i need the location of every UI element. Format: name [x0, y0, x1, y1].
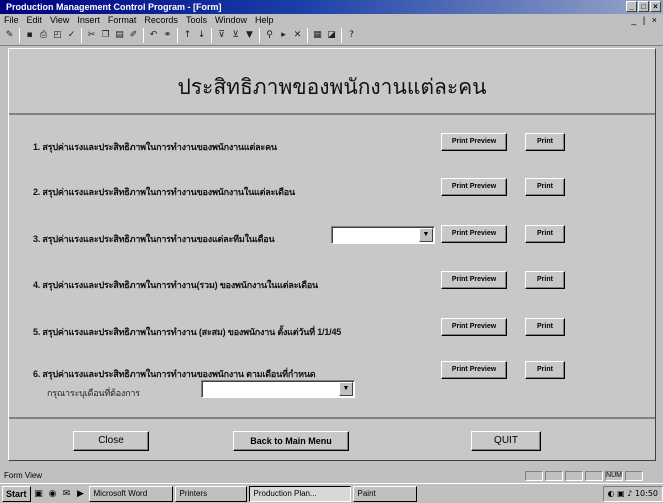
taskbar: Start ▣ ◉ ✉ ▶ Microsoft Word Printers Pr…: [0, 483, 663, 503]
office-assistant-icon[interactable]: ?: [345, 28, 358, 43]
toolbar: ✎ ▪ ⎙ ◰ ✓ ✂ ❐ ▤ ✐ ↶ ⚭ ↑ ↓ ⊽ ⊻ ▼ ⚲ ▸ ✕ ▦ …: [0, 26, 663, 46]
report-4-preview-button[interactable]: Print Preview: [441, 271, 507, 289]
menu-edit[interactable]: Edit: [27, 14, 43, 26]
save-icon[interactable]: ▪: [23, 28, 36, 43]
menu-view[interactable]: View: [50, 14, 69, 26]
report-3-print-button[interactable]: Print: [525, 225, 565, 243]
system-tray: ◐ ▣ ♪ 10:50: [602, 485, 663, 502]
close-button[interactable]: Close: [73, 431, 149, 451]
tray-icons[interactable]: ◐ ▣ ♪: [608, 489, 635, 498]
team-month-combo[interactable]: ▼: [331, 226, 435, 244]
insert-hyperlink-icon[interactable]: ⚭: [161, 28, 174, 43]
menu-file[interactable]: File: [4, 14, 19, 26]
new-record-icon[interactable]: ▸: [277, 28, 290, 43]
month-prompt-label: กรุณาระบุเดือนที่ต้องการ: [47, 388, 140, 398]
close-window-button[interactable]: ×: [650, 1, 661, 12]
form-title: ประสิทธิภาพของพนักงานแต่ละคน: [177, 75, 487, 99]
task-printers[interactable]: Printers: [174, 485, 247, 502]
status-bar: Form View NUM: [0, 470, 663, 482]
report-4-label: 4. สรุปค่าแรงและประสิทธิภาพในการทำงาน(รว…: [33, 280, 319, 290]
print-icon[interactable]: ⎙: [37, 28, 50, 43]
menu-help[interactable]: Help: [255, 14, 274, 26]
menu-window[interactable]: Window: [215, 14, 247, 26]
format-painter-icon[interactable]: ✐: [127, 28, 140, 43]
menu-tools[interactable]: Tools: [186, 14, 207, 26]
browser-icon[interactable]: ◉: [47, 487, 59, 501]
copy-icon[interactable]: ❐: [99, 28, 112, 43]
status-indicators: NUM: [525, 471, 643, 481]
chevron-down-icon[interactable]: ▼: [339, 382, 353, 396]
menu-records[interactable]: Records: [144, 14, 178, 26]
quit-button[interactable]: QUIT: [471, 431, 541, 451]
form-header: ประสิทธิภาพของพนักงานแต่ละคน: [9, 49, 655, 115]
month-select-combo[interactable]: ▼: [201, 380, 355, 398]
report-5-label: 5. สรุปค่าแรงและประสิทธิภาพในการทำงาน (ส…: [33, 327, 342, 337]
start-button[interactable]: Start: [2, 485, 31, 502]
outlook-icon[interactable]: ✉: [61, 487, 73, 501]
report-6-label: 6. สรุปค่าแรงและประสิทธิภาพในการทำงานของ…: [33, 369, 316, 379]
window-titlebar[interactable]: Production Management Control Program - …: [0, 0, 663, 14]
delete-record-icon[interactable]: ✕: [291, 28, 304, 43]
clock: 10:50: [634, 488, 658, 498]
report-1-print-button[interactable]: Print: [525, 133, 565, 151]
database-window-icon[interactable]: ▦: [311, 28, 324, 43]
minimize-button[interactable]: _: [626, 1, 637, 12]
report-3-preview-button[interactable]: Print Preview: [441, 225, 507, 243]
document-controls[interactable]: _ | ×: [631, 14, 659, 26]
form-footer: Close Back to Main Menu QUIT: [9, 417, 655, 461]
paste-icon[interactable]: ▤: [113, 28, 126, 43]
menu-insert[interactable]: Insert: [77, 14, 100, 26]
report-1-preview-button[interactable]: Print Preview: [441, 133, 507, 151]
report-2-label: 2. สรุปค่าแรงและประสิทธิภาพในการทำงานของ…: [33, 187, 295, 197]
desktop-icon[interactable]: ▣: [33, 487, 45, 501]
task-word[interactable]: Microsoft Word: [88, 485, 173, 502]
design-view-icon[interactable]: ✎: [3, 28, 16, 43]
report-5-preview-button[interactable]: Print Preview: [441, 318, 507, 336]
report-4-print-button[interactable]: Print: [525, 271, 565, 289]
back-to-main-menu-button[interactable]: Back to Main Menu: [233, 431, 349, 451]
menu-bar: File Edit View Insert Format Records Too…: [0, 14, 663, 26]
task-paint[interactable]: Paint: [352, 485, 417, 502]
filter-by-form-icon[interactable]: ⊻: [229, 28, 242, 43]
report-6-preview-button[interactable]: Print Preview: [441, 361, 507, 379]
menu-format[interactable]: Format: [108, 14, 137, 26]
report-2-print-button[interactable]: Print: [525, 178, 565, 196]
window-controls: _ □ ×: [626, 1, 661, 12]
cut-icon[interactable]: ✂: [85, 28, 98, 43]
report-5-print-button[interactable]: Print: [525, 318, 565, 336]
chevron-down-icon[interactable]: ▼: [419, 228, 433, 242]
sort-ascending-icon[interactable]: ↑: [181, 28, 194, 43]
task-production-plan[interactable]: Production Plan...: [248, 485, 351, 502]
report-3-label: 3. สรุปค่าแรงและประสิทธิภาพในการทำงานของ…: [33, 234, 275, 244]
window-title: Production Management Control Program - …: [6, 2, 222, 12]
report-1-label: 1. สรุปค่าแรงและประสิทธิภาพในการทำงานของ…: [33, 142, 277, 152]
apply-filter-icon[interactable]: ▼: [243, 28, 256, 43]
report-6-print-button[interactable]: Print: [525, 361, 565, 379]
undo-icon[interactable]: ↶: [147, 28, 160, 43]
report-2-preview-button[interactable]: Print Preview: [441, 178, 507, 196]
channels-icon[interactable]: ▶: [75, 487, 87, 501]
print-preview-icon[interactable]: ◰: [51, 28, 64, 43]
sort-descending-icon[interactable]: ↓: [195, 28, 208, 43]
status-text: Form View: [4, 471, 43, 480]
filter-by-selection-icon[interactable]: ⊽: [215, 28, 228, 43]
new-object-icon[interactable]: ◪: [325, 28, 338, 43]
report-form: ประสิทธิภาพของพนักงานแต่ละคน 1. สรุปค่าแ…: [8, 48, 656, 461]
find-icon[interactable]: ⚲: [263, 28, 276, 43]
spelling-icon[interactable]: ✓: [65, 28, 78, 43]
num-lock-indicator: NUM: [605, 471, 623, 481]
maximize-button[interactable]: □: [638, 1, 649, 12]
